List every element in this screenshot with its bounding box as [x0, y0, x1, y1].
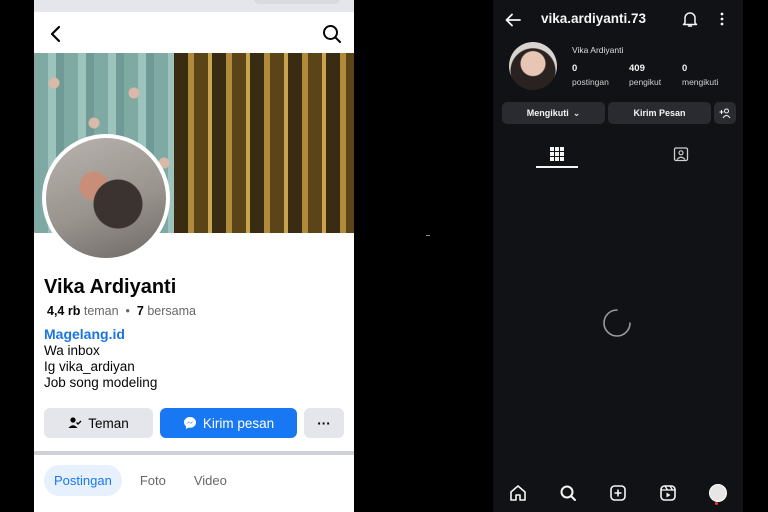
chevron-down-icon: ⌄	[572, 107, 581, 118]
add-person-icon	[719, 108, 731, 119]
bio-line: Ig vika_ardiyan	[44, 359, 135, 374]
location-link[interactable]: Magelang.id	[44, 326, 125, 342]
reels-icon[interactable]	[659, 484, 677, 502]
tagged-icon[interactable]	[673, 146, 689, 162]
mutual-count: 7	[136, 304, 144, 318]
tab-posts[interactable]: Postingan	[44, 465, 122, 496]
add-person-button[interactable]	[714, 102, 736, 124]
profile-avatar[interactable]	[509, 42, 557, 90]
tab-photos[interactable]: Foto	[130, 465, 176, 496]
avatar-photo	[46, 138, 166, 258]
friend-stats[interactable]: 4,4 rb teman • 7 bersama	[47, 304, 196, 318]
friends-button[interactable]: Teman	[44, 408, 153, 438]
posts-count: 0	[572, 63, 578, 74]
full-name: Vika Ardiyanti	[572, 45, 624, 55]
messenger-icon	[183, 417, 196, 429]
profile-icon[interactable]	[709, 484, 727, 502]
more-vertical-icon[interactable]	[715, 10, 729, 28]
back-arrow-icon[interactable]	[503, 10, 523, 30]
following-label[interactable]: mengikuti	[682, 77, 718, 87]
profile-name: Vika Ardiyanti	[44, 276, 177, 298]
bio-line: Wa inbox	[44, 343, 100, 358]
send-message-button[interactable]: Kirim pesan	[160, 408, 297, 438]
back-arrow-icon[interactable]	[44, 22, 68, 46]
instagram-profile-screen: vika.ardiyanti.73 Vika Ardiyanti 0 posti…	[493, 0, 743, 512]
fb-top-bar	[34, 16, 354, 52]
add-post-icon[interactable]	[609, 484, 627, 502]
loading-spinner-icon	[603, 309, 631, 337]
facebook-profile-screen: Vika Ardiyanti 4,4 rb teman • 7 bersama …	[34, 0, 354, 512]
center-mark	[426, 235, 430, 236]
username: vika.ardiyanti.73	[541, 11, 647, 26]
stats-separator: •	[125, 304, 130, 318]
tab-videos[interactable]: Video	[184, 465, 237, 496]
bio-line: Job song modeling	[44, 375, 158, 390]
active-tab-indicator	[536, 166, 578, 168]
profile-tabs: Postingan Foto Video	[44, 465, 237, 496]
friends-label: teman	[83, 304, 119, 318]
bottom-nav	[493, 478, 743, 508]
mutual-label: bersama	[147, 304, 196, 318]
bell-icon[interactable]	[681, 10, 699, 28]
cover-bars	[174, 53, 354, 233]
send-message-label: Kirim pesan	[202, 415, 275, 431]
search-icon[interactable]	[559, 484, 577, 502]
top-strip	[34, 0, 354, 12]
following-button-label: Mengikuti	[526, 108, 569, 118]
more-options-button[interactable]: ···	[304, 408, 344, 438]
send-message-button[interactable]: Kirim Pesan	[608, 102, 711, 124]
following-count[interactable]: 0	[682, 63, 687, 74]
profile-avatar[interactable]	[42, 134, 170, 262]
followers-count[interactable]: 409	[629, 63, 645, 74]
search-icon[interactable]	[320, 22, 344, 46]
section-divider	[34, 451, 354, 455]
following-button[interactable]: Mengikuti ⌄	[502, 102, 605, 124]
followers-label[interactable]: pengikut	[629, 77, 661, 87]
friends-button-label: Teman	[88, 415, 129, 431]
friends-count: 4,4 rb	[47, 304, 81, 318]
top-pill	[254, 0, 340, 4]
home-icon[interactable]	[509, 484, 527, 502]
person-check-icon	[68, 417, 82, 428]
posts-label: postingan	[572, 77, 609, 87]
grid-icon[interactable]	[549, 146, 565, 162]
notification-dot	[715, 502, 718, 505]
